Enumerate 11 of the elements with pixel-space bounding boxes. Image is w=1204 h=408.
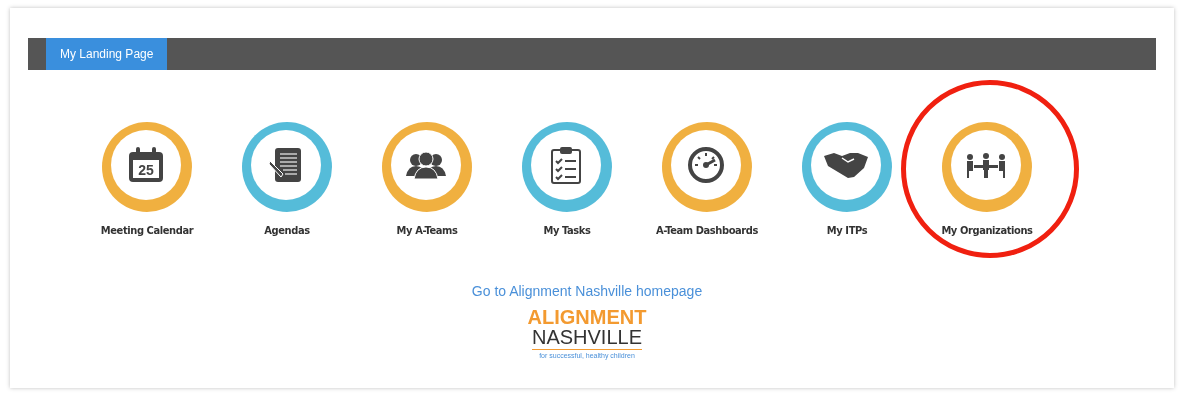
people-icon xyxy=(405,151,446,179)
document-icon xyxy=(268,147,303,183)
tile-link[interactable]: My ITPs xyxy=(777,122,917,237)
tile-link[interactable]: Agendas xyxy=(217,122,357,237)
gauge-icon xyxy=(686,146,725,184)
tile-link[interactable]: My Organizations xyxy=(917,122,1057,237)
clipboard-icon xyxy=(550,146,581,184)
tile-link[interactable]: 25 Meeting Calendar xyxy=(77,122,217,237)
tile-link[interactable]: My A-Teams xyxy=(357,122,497,237)
tile-link[interactable]: A-Team Dashboards xyxy=(637,122,777,237)
tile-link[interactable]: My Tasks xyxy=(497,122,637,237)
